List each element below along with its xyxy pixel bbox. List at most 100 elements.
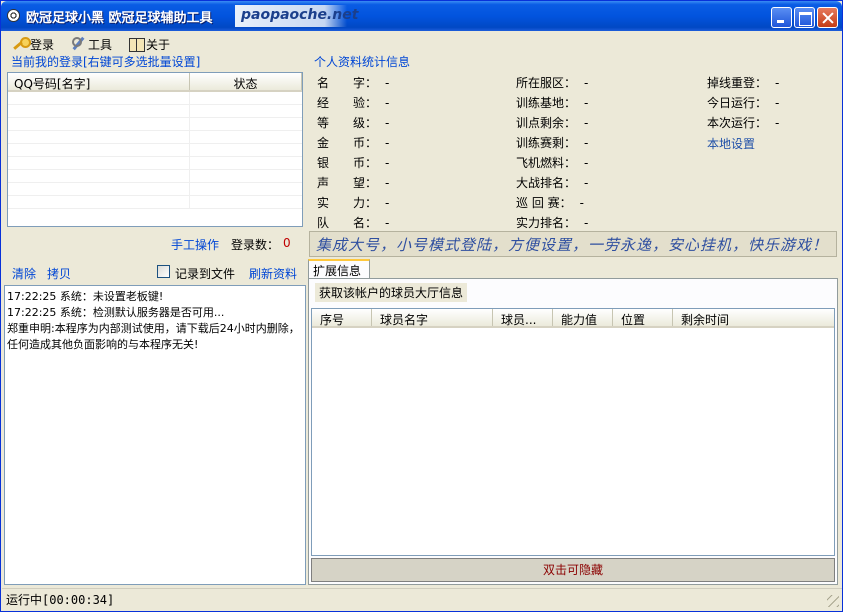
log-line: 17:22:25 系统：检测默认服务器是否可用... xyxy=(7,306,225,319)
record-to-file-label[interactable]: 记录到文件 xyxy=(175,265,235,282)
stat-col1-1: 经 验： - xyxy=(317,94,389,111)
player-table[interactable]: 序号 球员名字 球员... 能力值 位置 剩余时间 xyxy=(311,308,835,556)
stat-value: - xyxy=(385,136,390,150)
stat-value: - xyxy=(579,196,584,210)
stat-label: 巡 回 赛： xyxy=(516,196,572,210)
stat-col1-0: 名 字： - xyxy=(317,74,389,91)
title-bar[interactable]: 欧冠足球小黑 欧冠足球辅助工具 paopaoche.net xyxy=(1,1,842,31)
book-icon xyxy=(128,36,145,52)
stat-label: 所在服区： xyxy=(516,76,577,90)
table-row xyxy=(8,183,302,196)
login-count-label: 登录数： xyxy=(231,238,280,252)
maximize-button[interactable] xyxy=(794,7,815,28)
col-player-extra[interactable]: 球员... xyxy=(493,309,553,326)
menu-bar: 登录 工具 关于 xyxy=(2,31,841,55)
stat-col2-2: 训点剩余： - xyxy=(516,114,588,131)
table-row xyxy=(8,92,302,105)
stat-col2-1: 训练基地： - xyxy=(516,94,588,111)
window-title: 欧冠足球小黑 欧冠足球辅助工具 xyxy=(26,11,213,26)
stat-col2-3: 训练赛剩： - xyxy=(516,134,588,151)
menu-login[interactable]: 登录 xyxy=(12,35,54,53)
table-row xyxy=(8,196,302,209)
double-click-hide-bar[interactable]: 双击可隐藏 xyxy=(311,558,835,582)
stat-label: 大战排名： xyxy=(516,176,577,190)
stat-label: 飞机燃料： xyxy=(516,156,577,170)
resize-grip-icon[interactable] xyxy=(827,595,839,607)
stat-label: 本次运行： xyxy=(707,116,768,130)
refresh-info-link[interactable]: 刷新资料 xyxy=(249,265,297,282)
login-table[interactable]: QQ号码[名字] 状态 xyxy=(7,72,303,227)
stat-col1-7: 队 名： - xyxy=(317,214,389,231)
stat-col2-4: 飞机燃料： - xyxy=(516,154,588,171)
stat-value: - xyxy=(385,196,390,210)
stat-label: 掉线重登： xyxy=(707,76,768,90)
col-position[interactable]: 位置 xyxy=(613,309,673,326)
local-settings-link[interactable]: 本地设置 xyxy=(707,135,755,152)
stat-col2-5: 大战排名： - xyxy=(516,174,588,191)
table-row xyxy=(8,144,302,157)
stat-value: - xyxy=(584,96,589,110)
stat-value: - xyxy=(584,216,589,230)
tab-extended-info[interactable]: 扩展信息 xyxy=(308,259,370,279)
stat-col1-6: 实 力： - xyxy=(317,194,389,211)
close-button[interactable] xyxy=(817,7,838,28)
brand-watermark: paopaoche.net xyxy=(235,5,358,27)
stat-col1-4: 银 币： - xyxy=(317,154,389,171)
col-qq-name[interactable]: QQ号码[名字] xyxy=(8,73,190,91)
stat-value: - xyxy=(584,116,589,130)
status-bar: 运行中[00:00:34] xyxy=(2,588,842,610)
log-line: 郑重申明:本程序为内部测试使用，请下载后24小时内删除，任何造成其他负面影响的与… xyxy=(7,322,300,351)
stats-caption: 个人资料统计信息 xyxy=(312,53,413,70)
record-to-file-checkbox[interactable] xyxy=(157,265,170,278)
col-player-name[interactable]: 球员名字 xyxy=(372,309,493,326)
login-list-caption: 当前我的登录[右键可多选批量设置] xyxy=(9,53,203,70)
stat-label: 金 币： xyxy=(317,136,378,150)
stat-label: 实 力： xyxy=(317,196,378,210)
stat-value: - xyxy=(385,156,390,170)
stat-col2-6: 巡 回 赛： - xyxy=(516,194,584,211)
minimize-button[interactable] xyxy=(771,7,792,28)
login-table-header: QQ号码[名字] 状态 xyxy=(8,73,302,92)
stat-value: - xyxy=(385,76,390,90)
stat-label: 训练基地： xyxy=(516,96,577,110)
log-toolbar: 清除 拷贝 记录到文件 刷新资料 xyxy=(2,259,306,285)
col-index[interactable]: 序号 xyxy=(312,309,372,326)
stat-label: 训练赛剩： xyxy=(516,136,577,150)
stat-col2-0: 所在服区： - xyxy=(516,74,588,91)
stat-col1-2: 等 级： - xyxy=(317,114,389,131)
stat-value: - xyxy=(385,116,390,130)
stat-value: - xyxy=(584,176,589,190)
main-window: 欧冠足球小黑 欧冠足球辅助工具 paopaoche.net 登录 工具 关于 当… xyxy=(0,0,843,612)
player-table-header: 序号 球员名字 球员... 能力值 位置 剩余时间 xyxy=(312,309,834,328)
manual-operation-link[interactable]: 手工操作 xyxy=(171,236,219,253)
table-row xyxy=(8,118,302,131)
menu-about[interactable]: 关于 xyxy=(128,35,170,53)
extended-info-panel: 获取该帐户的球员大厅信息 序号 球员名字 球员... 能力值 位置 剩余时间 双… xyxy=(308,278,838,585)
table-row xyxy=(8,105,302,118)
status-text: 运行中[00:00:34] xyxy=(6,593,115,607)
menu-tools[interactable]: 工具 xyxy=(70,35,112,53)
log-line: 17:22:25 系统：未设置老板键! xyxy=(7,290,164,303)
table-row xyxy=(8,131,302,144)
col-time-left[interactable]: 剩余时间 xyxy=(673,309,834,326)
stat-value: - xyxy=(584,76,589,90)
stat-value: - xyxy=(775,76,780,90)
log-output[interactable]: 17:22:25 系统：未设置老板键! 17:22:25 系统：检测默认服务器是… xyxy=(4,285,306,585)
menu-login-label: 登录 xyxy=(30,37,55,52)
menu-about-label: 关于 xyxy=(146,37,171,52)
col-status[interactable]: 状态 xyxy=(190,73,302,91)
key-icon xyxy=(12,36,31,52)
login-count-value: 0 xyxy=(283,236,291,250)
stat-label: 声 望： xyxy=(317,176,378,190)
col-ability[interactable]: 能力值 xyxy=(553,309,613,326)
stat-col3-0: 掉线重登： - xyxy=(707,74,779,91)
menu-tools-label: 工具 xyxy=(88,37,113,52)
clear-log-link[interactable]: 清除 xyxy=(12,265,36,282)
feature-banner: 集成大号，小号模式登陆，方便设置，一劳永逸，安心挂机，快乐游戏！ xyxy=(309,231,837,257)
stat-col1-3: 金 币： - xyxy=(317,134,389,151)
stat-value: - xyxy=(775,96,780,110)
table-row xyxy=(8,170,302,183)
copy-log-link[interactable]: 拷贝 xyxy=(47,265,71,282)
soccer-ball-icon xyxy=(7,9,20,22)
stat-label: 银 币： xyxy=(317,156,378,170)
